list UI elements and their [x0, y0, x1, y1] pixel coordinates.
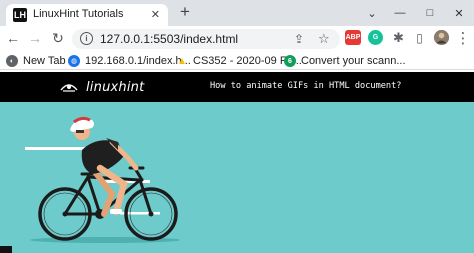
address-bar[interactable]: i 127.0.0.1:5503/index.html ⇪ ☆ — [72, 29, 340, 49]
forward-button[interactable]: → — [26, 29, 44, 47]
maximize-button[interactable]: □ — [415, 0, 445, 26]
avatar-image — [434, 30, 449, 45]
logo-text: linuxhint — [86, 79, 145, 95]
page-header: linuxhint How to animate GIFs in HTML do… — [0, 72, 474, 102]
bookmark-cs352[interactable]: ▲ CS352 - 2020-09 Fa... — [176, 53, 302, 69]
tab-linuxhint-tutorials[interactable]: LH LinuxHint Tutorials ✕ — [6, 4, 168, 26]
side-panel-icon[interactable]: ▯ — [412, 30, 427, 45]
globe-icon: ◐ — [6, 55, 18, 67]
bookmark-label: New Tab — [23, 55, 66, 67]
bookmark-star-icon[interactable]: ☆ — [318, 31, 330, 47]
tab-close-icon[interactable]: ✕ — [151, 8, 160, 22]
extensions-puzzle-icon[interactable]: ✱ — [391, 30, 406, 45]
animated-gif — [0, 102, 474, 253]
browser-menu-icon[interactable]: ⋮ — [454, 29, 472, 47]
share-icon[interactable]: ⇪ — [294, 31, 304, 47]
url-text[interactable]: 127.0.0.1:5503/index.html — [100, 32, 238, 46]
linuxhint-favicon-icon: LH — [13, 8, 27, 22]
drive-icon: ▲ — [177, 55, 187, 67]
bookmark-new-tab[interactable]: ◐ New Tab — [6, 53, 66, 69]
tab-search-chevron-icon[interactable]: ⌄ — [357, 0, 387, 26]
cyclist-illustration — [25, 116, 180, 243]
convert-icon: 6 — [284, 55, 296, 67]
new-tab-button[interactable]: + — [180, 2, 190, 22]
bookmark-label: Convert your scann... — [301, 55, 406, 67]
bookmarks-bar: ◐ New Tab ◍ 192.168.0.1/index.h... ▲ CS3… — [0, 51, 474, 70]
bookmark-label: 192.168.0.1/index.h... — [85, 55, 191, 67]
linuxhint-logo-icon — [60, 84, 78, 92]
reload-button[interactable]: ↻ — [49, 29, 67, 47]
tab-strip: LH LinuxHint Tutorials ✕ + ⌄ — □ ✕ — [0, 0, 474, 26]
bookmark-convert[interactable]: 6 Convert your scann... — [284, 53, 406, 69]
page-corner-mark — [0, 246, 12, 253]
back-button[interactable]: ← — [4, 29, 22, 47]
router-icon: ◍ — [68, 55, 80, 67]
grammarly-extension-icon[interactable]: G — [368, 30, 383, 45]
linuxhint-logo[interactable]: linuxhint — [58, 77, 144, 97]
profile-avatar[interactable] — [434, 30, 449, 45]
bookmark-router[interactable]: ◍ 192.168.0.1/index.h... — [68, 53, 191, 69]
tab-title: LinuxHint Tutorials — [33, 8, 124, 20]
browser-toolbar: ← → ↻ i 127.0.0.1:5503/index.html ⇪ ☆ AB… — [0, 26, 474, 51]
site-info-icon[interactable]: i — [80, 32, 93, 45]
close-window-button[interactable]: ✕ — [444, 0, 474, 26]
adblock-extension-icon[interactable]: ABP — [345, 30, 361, 45]
minimize-button[interactable]: — — [385, 0, 415, 26]
page-title: How to animate GIFs in HTML document? — [210, 81, 402, 91]
rider — [70, 116, 139, 217]
